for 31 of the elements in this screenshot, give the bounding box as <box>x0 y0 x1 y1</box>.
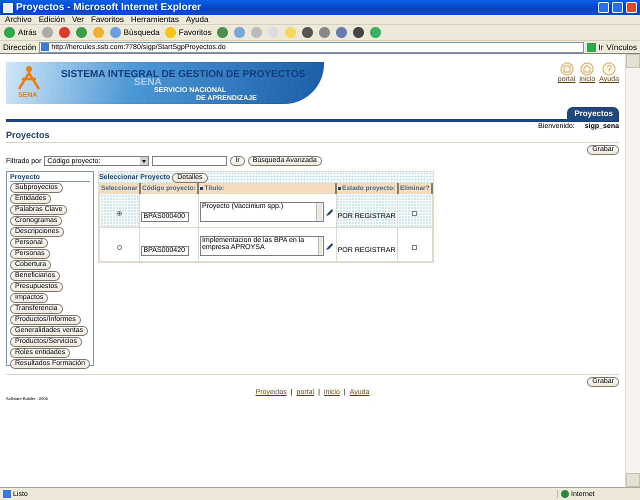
minimize-button[interactable] <box>598 2 609 13</box>
page-title: Proyectos <box>6 130 619 143</box>
help-icon <box>602 62 616 76</box>
radio-button[interactable] <box>117 211 122 216</box>
tab[interactable]: Proyectos <box>567 107 619 119</box>
radio-button[interactable] <box>117 245 122 250</box>
toolbar-button[interactable]: Búsqueda <box>108 26 160 40</box>
filter-field[interactable] <box>152 156 228 166</box>
menu-item[interactable]: Archivo <box>3 15 37 24</box>
logo-icon <box>17 65 41 91</box>
delete-checkbox[interactable] <box>412 211 418 216</box>
menu-item[interactable]: Herramientas <box>128 15 184 24</box>
address-label: Dirección <box>3 42 36 52</box>
window-title: Proyectos - Microsoft Internet Explorer <box>16 2 202 13</box>
maximize-button[interactable] <box>612 2 623 13</box>
scrollbar[interactable] <box>625 54 640 487</box>
menu-item[interactable]: Edición <box>36 15 70 24</box>
menu-item[interactable]: Ver <box>70 15 89 24</box>
menu-item[interactable]: Favoritos <box>88 15 129 24</box>
pencil-icon[interactable] <box>326 243 333 250</box>
house-icon <box>580 62 594 76</box>
menu-item[interactable]: Ayuda <box>184 15 214 24</box>
toolbar-button[interactable]: Favoritos <box>164 26 212 40</box>
pencil-icon[interactable] <box>326 209 333 216</box>
banner-watermark: SENA <box>134 77 162 88</box>
close-button[interactable] <box>626 2 637 13</box>
toolbar-button[interactable]: Atrás <box>3 26 37 40</box>
caret-icon <box>140 157 148 165</box>
go-button[interactable]: Ir <box>587 42 604 52</box>
links-label[interactable]: Vínculos <box>606 42 637 52</box>
delete-checkbox[interactable] <box>412 245 418 250</box>
